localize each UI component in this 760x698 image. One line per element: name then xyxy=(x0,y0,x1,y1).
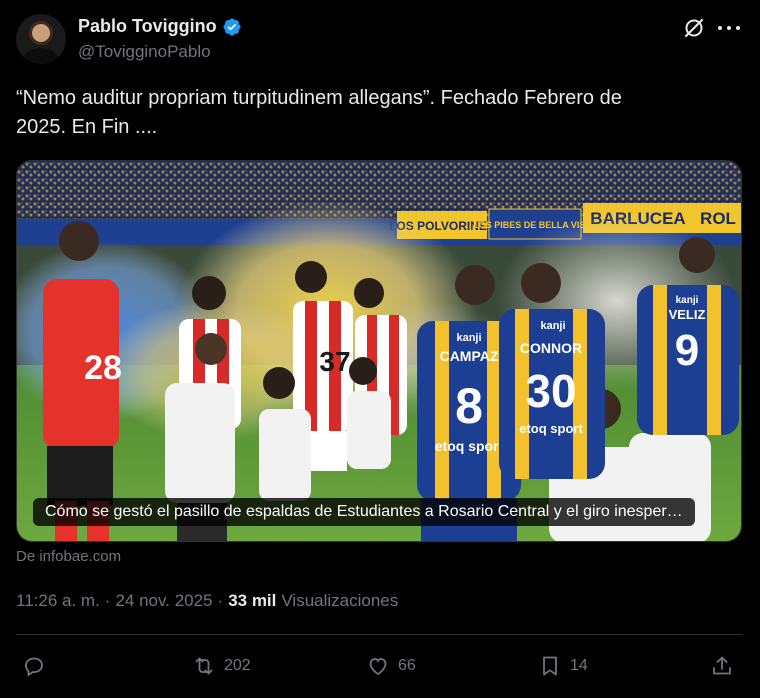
tweet-header: Pablo Toviggino @TovigginoPablo xyxy=(16,12,744,68)
verified-badge-icon xyxy=(223,17,241,36)
share-icon xyxy=(713,656,731,675)
meta-separator-2: · xyxy=(217,591,224,610)
retweet-icon xyxy=(195,657,213,675)
share-button[interactable] xyxy=(710,648,734,684)
player-number-9: 9 xyxy=(675,326,699,375)
brand-campaz: kanji xyxy=(456,332,481,344)
sponsor-connor: etoq sport xyxy=(519,421,583,436)
views-count: 33 mil xyxy=(228,591,277,610)
link-card-caption[interactable]: Cómo se gestó el pasillo de espaldas de … xyxy=(33,498,695,526)
author-name-row: Pablo Toviggino xyxy=(78,16,242,37)
heart-icon xyxy=(369,658,387,676)
divider xyxy=(16,634,742,635)
banner-text-4: ROL xyxy=(700,209,736,228)
like-count: 66 xyxy=(398,657,416,674)
reply-button[interactable] xyxy=(22,648,54,684)
action-bar: 202 66 14 xyxy=(16,648,742,684)
tweet-time[interactable]: 11:26 a. m. xyxy=(16,591,100,611)
retweet-button[interactable]: 202 xyxy=(192,648,251,684)
reply-icon xyxy=(25,657,43,677)
like-button[interactable]: 66 xyxy=(366,648,416,684)
player-name-campaz: CAMPAZ xyxy=(440,348,499,364)
bookmark-button[interactable]: 14 xyxy=(538,648,588,684)
more-options-icon[interactable] xyxy=(718,18,740,38)
meta-separator-1: · xyxy=(104,591,111,610)
display-name[interactable]: Pablo Toviggino xyxy=(78,16,217,37)
tweet-date[interactable]: 24 nov. 2025 xyxy=(115,591,212,611)
link-card[interactable]: LOS POLVORINES LOS PIBES DE BELLA VISTA … xyxy=(16,160,742,542)
player-name-connor: CONNOR xyxy=(520,340,582,356)
player-name-veliz: VELIZ xyxy=(669,307,706,322)
author-handle[interactable]: @TovigginoPablo xyxy=(78,42,211,62)
bookmark-icon xyxy=(543,656,557,676)
article-photo: LOS POLVORINES LOS PIBES DE BELLA VISTA … xyxy=(17,161,741,541)
retweet-count: 202 xyxy=(224,657,251,674)
player-number-28: 28 xyxy=(84,349,122,387)
tweet-text-line-1: “Nemo auditur propriam turpitudinem alle… xyxy=(16,87,622,109)
player-number-30: 30 xyxy=(525,365,576,417)
player-number-8: 8 xyxy=(455,378,483,434)
tweet-text-line-2: 2025. En Fin .... xyxy=(16,116,158,138)
brand-veliz: kanji xyxy=(676,295,699,306)
grok-icon[interactable] xyxy=(682,16,706,40)
tweet-text: “Nemo auditur propriam turpitudinem alle… xyxy=(16,84,716,142)
bookmark-count: 14 xyxy=(570,657,588,674)
tweet-meta: 11:26 a. m. · 24 nov. 2025 · 33 mil Visu… xyxy=(16,591,398,611)
link-source[interactable]: De infobae.com xyxy=(16,548,121,565)
views-label: Visualizaciones xyxy=(281,591,399,610)
player-number-37: 37 xyxy=(319,346,350,377)
avatar[interactable] xyxy=(16,14,66,64)
sponsor-campaz: etoq sport xyxy=(435,438,504,454)
brand-connor: kanji xyxy=(540,320,565,332)
